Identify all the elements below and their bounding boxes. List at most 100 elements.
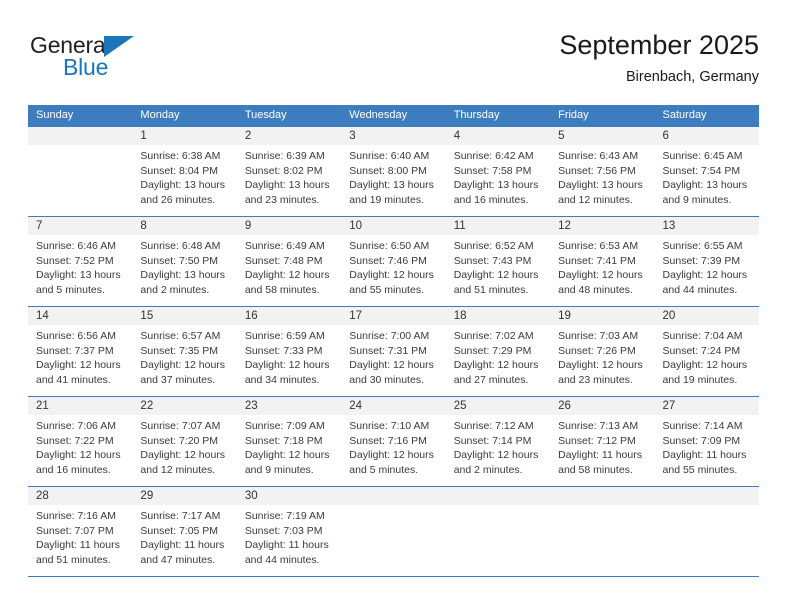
calendar-day-cell[interactable]: 19 Sunrise: 7:03 AM Sunset: 7:26 PM Dayligh… — [550, 307, 655, 396]
calendar-day-cell[interactable]: 7 Sunrise: 6:46 AM Sunset: 7:52 PM Daylight… — [28, 217, 133, 306]
day-number-band: 13 — [654, 217, 759, 235]
calendar-day-cell[interactable]: 11 Sunrise: 6:52 AM Sunset: 7:43 PM Dayligh… — [445, 217, 551, 306]
day-number-band: 7 — [28, 217, 133, 235]
calendar-day-cell[interactable]: 5 Sunrise: 6:43 AM Sunset: 7:56 PM Daylight… — [550, 127, 655, 216]
calendar-day-cell[interactable]: 18 Sunrise: 7:02 AM Sunset: 7:29 PM Dayligh… — [445, 307, 551, 396]
calendar-day-cell[interactable]: 14 Sunrise: 6:56 AM Sunset: 7:37 PM Dayligh… — [28, 307, 133, 396]
calendar-day-cell[interactable]: 3 Sunrise: 6:40 AM Sunset: 8:00 PM Daylight… — [341, 127, 446, 216]
day-number: 20 — [662, 310, 676, 322]
calendar-day-cell[interactable]: 16 Sunrise: 6:59 AM Sunset: 7:33 PM Dayligh… — [236, 307, 342, 396]
sunrise-time: Sunrise: 7:14 AM — [662, 420, 743, 432]
daylight-duration-line1: Daylight: 12 hours — [453, 449, 539, 462]
daylight-duration-line1: Daylight: 11 hours — [558, 449, 642, 462]
sunset-time: Sunset: 8:04 PM — [140, 164, 219, 177]
calendar-page: General Blue September 2025 Birenbach, G… — [0, 0, 792, 612]
daylight-duration-line1: Daylight: 13 hours — [36, 269, 121, 282]
daylight-duration-line1: Daylight: 13 hours — [140, 269, 226, 282]
day-details: Sunrise: 6:43 AM Sunset: 7:56 PM Daylight:… — [550, 145, 654, 213]
day-number: 14 — [36, 310, 49, 322]
calendar-day-cell-empty — [550, 487, 655, 576]
daylight-duration-line1: Daylight: 12 hours — [349, 359, 434, 372]
calendar-day-cell[interactable]: 28 Sunrise: 7:16 AM Sunset: 7:07 PM Dayligh… — [28, 487, 133, 576]
calendar-day-cell[interactable]: 13 Sunrise: 6:55 AM Sunset: 7:39 PM Dayligh… — [654, 217, 759, 306]
sunset-time: Sunset: 7:33 PM — [244, 344, 323, 357]
calendar-day-cell[interactable]: 25 Sunrise: 7:12 AM Sunset: 7:14 PM Dayligh… — [445, 397, 551, 486]
day-number-band: 23 — [236, 397, 342, 415]
day-number-band: 19 — [550, 307, 655, 325]
daylight-duration-line1: Daylight: 13 hours — [453, 179, 539, 192]
calendar-day-cell[interactable]: 30 Sunrise: 7:19 AM Sunset: 7:03 PM Dayligh… — [236, 487, 342, 576]
day-number: 16 — [244, 310, 258, 322]
day-details: Sunrise: 6:49 AM Sunset: 7:48 PM Daylight:… — [237, 235, 341, 303]
sunset-time: Sunset: 7:26 PM — [558, 344, 636, 357]
page-subtitle: Birenbach, Germany — [626, 69, 759, 85]
brand-logo[interactable]: General Blue — [28, 32, 228, 94]
calendar-day-cell[interactable]: 10 Sunrise: 6:50 AM Sunset: 7:46 PM Dayligh… — [341, 217, 446, 306]
calendar-day-cell[interactable]: 8 Sunrise: 6:48 AM Sunset: 7:50 PM Daylight… — [132, 217, 237, 306]
daylight-duration-line1: Daylight: 12 hours — [244, 269, 330, 282]
daylight-duration-line2: and 9 minutes. — [244, 463, 314, 476]
day-number: 6 — [662, 130, 669, 142]
calendar-day-cell[interactable]: 29 Sunrise: 7:17 AM Sunset: 7:05 PM Dayligh… — [132, 487, 237, 576]
daylight-duration-line2: and 55 minutes. — [349, 283, 424, 296]
calendar-day-cell[interactable]: 22 Sunrise: 7:07 AM Sunset: 7:20 PM Dayligh… — [132, 397, 237, 486]
calendar-day-cell[interactable]: 12 Sunrise: 6:53 AM Sunset: 7:41 PM Dayligh… — [550, 217, 655, 306]
daylight-duration-line1: Daylight: 12 hours — [662, 269, 748, 282]
daylight-duration-line1: Daylight: 12 hours — [453, 359, 539, 372]
day-number: 4 — [453, 130, 461, 142]
day-number-band: 18 — [445, 307, 551, 325]
sunset-time: Sunset: 8:00 PM — [349, 164, 427, 177]
sunset-time: Sunset: 7:14 PM — [453, 434, 532, 447]
daylight-duration-line2: and 34 minutes. — [244, 373, 320, 386]
daylight-duration-line2: and 5 minutes. — [349, 463, 419, 476]
sunrise-time: Sunrise: 6:50 AM — [349, 240, 430, 252]
daylight-duration-line1: Daylight: 12 hours — [140, 359, 226, 372]
day-number-band — [654, 487, 759, 505]
daylight-duration-line2: and 27 minutes. — [453, 373, 529, 386]
calendar-day-cell[interactable]: 4 Sunrise: 6:42 AM Sunset: 7:58 PM Daylight… — [445, 127, 551, 216]
sunrise-time: Sunrise: 7:19 AM — [244, 510, 325, 522]
day-number-band: 4 — [445, 127, 551, 145]
daylight-duration-line1: Daylight: 11 hours — [662, 449, 747, 462]
sunrise-time: Sunrise: 7:16 AM — [36, 510, 116, 522]
day-details: Sunrise: 7:07 AM Sunset: 7:20 PM Daylight:… — [132, 415, 236, 483]
daylight-duration-line2: and 48 minutes. — [558, 283, 633, 296]
sunrise-time: Sunrise: 7:13 AM — [558, 420, 639, 432]
day-details: Sunrise: 6:55 AM Sunset: 7:39 PM Daylight:… — [655, 235, 759, 303]
day-details: Sunrise: 7:00 AM Sunset: 7:31 PM Daylight:… — [341, 325, 445, 393]
daylight-duration-line2: and 23 minutes. — [244, 193, 320, 206]
day-number: 11 — [453, 220, 466, 232]
day-number-band: 11 — [445, 217, 551, 235]
day-number-band: 25 — [445, 397, 551, 415]
day-number-band: 21 — [28, 397, 133, 415]
day-number-band: 10 — [341, 217, 446, 235]
calendar-day-cell[interactable]: 6 Sunrise: 6:45 AM Sunset: 7:54 PM Daylight… — [654, 127, 759, 216]
day-number: 25 — [453, 400, 467, 412]
day-number: 13 — [662, 220, 676, 232]
day-details: Sunrise: 6:48 AM Sunset: 7:50 PM Daylight:… — [132, 235, 236, 303]
calendar-day-cell[interactable]: 27 Sunrise: 7:14 AM Sunset: 7:09 PM Dayligh… — [654, 397, 759, 486]
sunrise-time: Sunrise: 6:42 AM — [453, 150, 534, 162]
sunrise-time: Sunrise: 7:17 AM — [140, 510, 221, 522]
calendar-week-row: 14 Sunrise: 6:56 AM Sunset: 7:37 PM Dayligh… — [28, 306, 759, 396]
calendar-day-cell[interactable]: 9 Sunrise: 6:49 AM Sunset: 7:48 PM Daylight… — [236, 217, 342, 306]
calendar-day-cell[interactable]: 15 Sunrise: 6:57 AM Sunset: 7:35 PM Dayligh… — [132, 307, 237, 396]
calendar-day-cell[interactable]: 24 Sunrise: 7:10 AM Sunset: 7:16 PM Dayligh… — [341, 397, 446, 486]
calendar-day-cell[interactable]: 26 Sunrise: 7:13 AM Sunset: 7:12 PM Dayligh… — [550, 397, 655, 486]
calendar-day-cell-empty — [654, 487, 759, 576]
calendar-day-cell[interactable]: 23 Sunrise: 7:09 AM Sunset: 7:18 PM Dayligh… — [236, 397, 342, 486]
calendar-day-cell[interactable]: 20 Sunrise: 7:04 AM Sunset: 7:24 PM Dayligh… — [654, 307, 759, 396]
calendar-day-cell[interactable]: 21 Sunrise: 7:06 AM Sunset: 7:22 PM Dayligh… — [28, 397, 133, 486]
daylight-duration-line2: and 44 minutes. — [244, 553, 320, 566]
sunset-time: Sunset: 7:37 PM — [36, 344, 114, 357]
weekday-header-thursday: Thursday — [453, 109, 500, 121]
calendar-day-cell[interactable]: 2 Sunrise: 6:39 AM Sunset: 8:02 PM Daylight… — [236, 127, 342, 216]
calendar-day-cell[interactable]: 1 Sunrise: 6:38 AM Sunset: 8:04 PM Daylight… — [132, 127, 237, 216]
calendar-day-cell[interactable]: 17 Sunrise: 7:00 AM Sunset: 7:31 PM Dayligh… — [341, 307, 446, 396]
weekday-header-monday: Monday — [140, 109, 180, 121]
title-block: September 2025 Birenbach, Germany — [559, 28, 759, 86]
day-details: Sunrise: 7:09 AM Sunset: 7:18 PM Daylight:… — [237, 415, 341, 483]
daylight-duration-line1: Daylight: 13 hours — [244, 179, 330, 192]
day-number-band: 17 — [341, 307, 446, 325]
day-number-band — [550, 487, 655, 505]
